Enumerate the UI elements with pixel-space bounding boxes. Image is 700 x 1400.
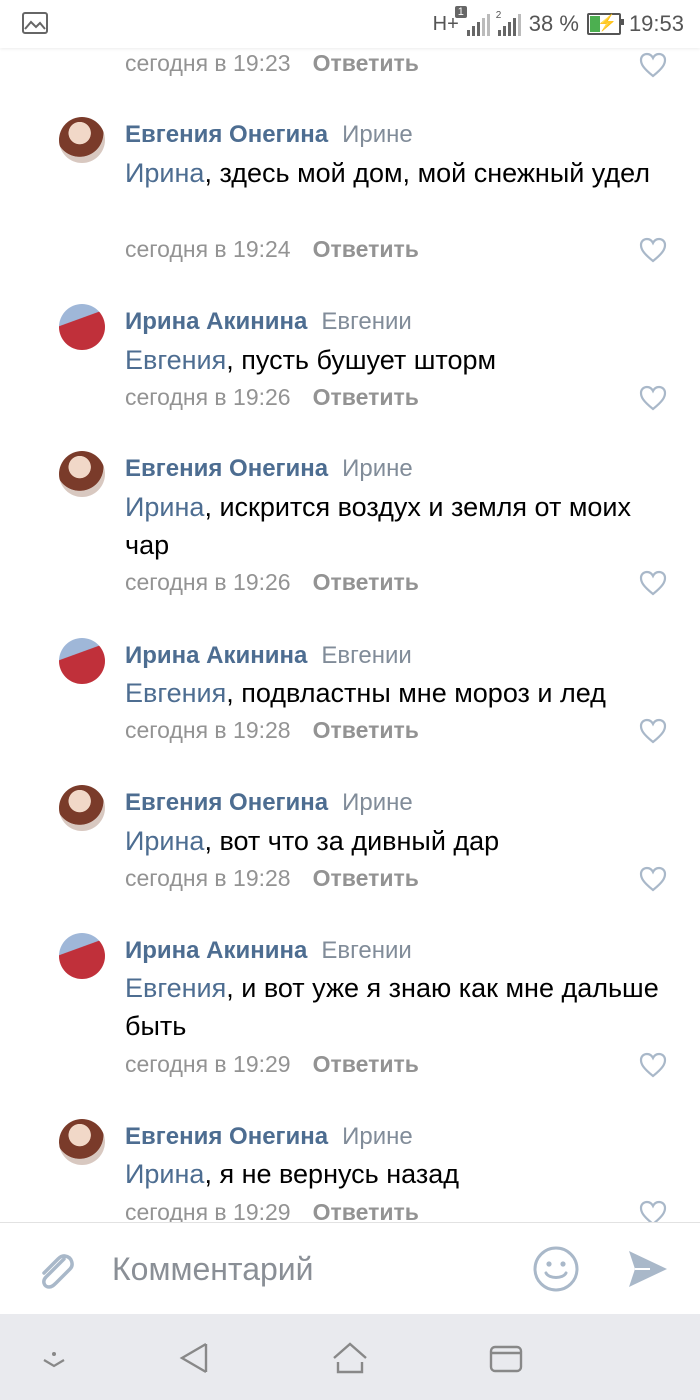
comment-meta: сегодня в 19:28 Ответить	[125, 715, 419, 745]
comment-meta: сегодня в 19:24 Ответить	[125, 234, 419, 264]
addressee[interactable]: Евгении	[321, 642, 411, 669]
comment-header: Евгения Онегина Ирине	[125, 454, 413, 484]
avatar[interactable]	[59, 451, 105, 497]
avatar[interactable]	[59, 304, 105, 350]
author-name[interactable]: Ирина Акинина	[125, 937, 307, 964]
like-heart-icon[interactable]	[639, 385, 667, 411]
like-heart-icon[interactable]	[639, 1200, 667, 1222]
like-heart-icon[interactable]	[639, 52, 667, 78]
status-bar: H+ 1 2 38 % ⚡ 19:53	[0, 0, 700, 48]
comment-meta: сегодня в 19:23 Ответить	[125, 48, 419, 78]
comment-meta: сегодня в 19:26 Ответить	[125, 567, 419, 597]
reply-button[interactable]: Ответить	[313, 865, 419, 891]
comment-header: Ирина Акинина Евгении	[125, 936, 412, 966]
comment-header: Евгения Онегина Ирине	[125, 1122, 413, 1152]
addressee[interactable]: Евгении	[321, 937, 411, 964]
avatar[interactable]	[59, 638, 105, 684]
reply-button[interactable]: Ответить	[313, 569, 419, 595]
mention-link[interactable]: Евгения	[125, 345, 226, 375]
comment-meta: сегодня в 19:26 Ответить	[125, 382, 419, 412]
comment-time: сегодня в 19:29	[125, 1051, 291, 1077]
comment-text: Ирина, я не вернусь назад	[125, 1155, 665, 1193]
comment-text: Ирина, искрится воздух и земля от моих ч…	[125, 488, 665, 564]
comment-header: Ирина Акинина Евгении	[125, 307, 412, 337]
signal-sim2-icon: 2	[495, 10, 521, 36]
comment-body: , здесь мой дом, мой снежный удел	[204, 158, 651, 188]
comment-time: сегодня в 19:28	[125, 717, 291, 743]
comment-meta: сегодня в 19:29 Ответить	[125, 1049, 419, 1079]
clock: 19:53	[628, 11, 684, 36]
battery-icon: ⚡	[586, 13, 624, 35]
reply-button[interactable]: Ответить	[313, 384, 419, 410]
author-name[interactable]: Евгения Онегина	[125, 789, 328, 816]
comment-body: , вот что за дивный дар	[204, 826, 500, 856]
author-name[interactable]: Евгения Онегина	[125, 455, 328, 482]
comment-time: сегодня в 19:24	[125, 236, 291, 262]
author-name[interactable]: Ирина Акинина	[125, 642, 307, 669]
comment-meta: сегодня в 19:28 Ответить	[125, 863, 419, 893]
send-icon[interactable]	[626, 1248, 670, 1295]
comment-list[interactable]: сегодня в 19:23 Ответить Евгения Онегина И…	[0, 0, 700, 1222]
emoji-icon[interactable]	[532, 1245, 580, 1298]
reply-button[interactable]: Ответить	[313, 717, 419, 743]
recents-icon[interactable]	[488, 1344, 524, 1379]
gallery-notification-icon	[22, 12, 48, 39]
mention-link[interactable]: Ирина	[125, 1159, 204, 1189]
avatar[interactable]	[59, 1119, 105, 1165]
comment-body: , пусть бушует шторм	[226, 345, 497, 375]
mention-link[interactable]: Евгения	[125, 678, 226, 708]
addressee[interactable]: Ирине	[342, 455, 413, 482]
back-icon[interactable]	[178, 1340, 210, 1381]
comment-header: Ирина Акинина Евгении	[125, 641, 412, 671]
comment-time: сегодня в 19:28	[125, 865, 291, 891]
mention-link[interactable]: Ирина	[125, 826, 204, 856]
battery-percent: 38 %	[528, 11, 579, 36]
comment-text: Евгения, подвластны мне мороз и лед	[125, 674, 685, 712]
author-name[interactable]: Евгения Онегина	[125, 121, 328, 148]
comment-text: Ирина, вот что за дивный дар	[125, 822, 665, 860]
author-name[interactable]: Ирина Акинина	[125, 308, 307, 335]
comment-header: Евгения Онегина Ирине	[125, 788, 413, 818]
avatar[interactable]	[59, 933, 105, 979]
addressee[interactable]: Ирине	[342, 121, 413, 148]
addressee[interactable]: Ирине	[342, 789, 413, 816]
system-navigation-bar	[0, 1314, 700, 1400]
comment-time: сегодня в 19:26	[125, 384, 291, 410]
home-icon[interactable]	[330, 1340, 370, 1381]
comment-input-bar: Комментарий	[0, 1222, 700, 1315]
mention-link[interactable]: Ирина	[125, 492, 204, 522]
like-heart-icon[interactable]	[639, 718, 667, 744]
reply-button[interactable]: Ответить	[313, 236, 419, 262]
reply-button[interactable]: Ответить	[313, 1051, 419, 1077]
comment-meta: сегодня в 19:29 Ответить	[125, 1197, 419, 1222]
addressee[interactable]: Ирине	[342, 1123, 413, 1150]
chevron-down-icon[interactable]	[40, 1350, 68, 1375]
reply-button[interactable]: Ответить	[313, 50, 419, 76]
comment-time: сегодня в 19:26	[125, 569, 291, 595]
mention-link[interactable]: Ирина	[125, 158, 204, 188]
comment-body: , подвластны мне мороз и лед	[226, 678, 606, 708]
comment-body: , я не вернусь назад	[204, 1159, 460, 1189]
comment-header: Евгения Онегина Ирине	[125, 120, 413, 150]
avatar[interactable]	[59, 117, 105, 163]
reply-button[interactable]: Ответить	[313, 1199, 419, 1222]
comment-text: Евгения, пусть бушует шторм	[125, 341, 665, 379]
paperclip-icon[interactable]	[34, 1249, 76, 1298]
like-heart-icon[interactable]	[639, 570, 667, 596]
comment-time: сегодня в 19:29	[125, 1199, 291, 1222]
signal-sim1-icon: 1	[454, 6, 490, 36]
comment-text: Ирина, здесь мой дом, мой снежный удел	[125, 154, 665, 192]
mention-link[interactable]: Евгения	[125, 973, 226, 1003]
like-heart-icon[interactable]	[639, 866, 667, 892]
sim2-badge: 2	[495, 10, 502, 21]
comment-text: Евгения, и вот уже я знаю как мне дальше…	[125, 969, 665, 1045]
comment-input[interactable]: Комментарий	[112, 1251, 314, 1288]
like-heart-icon[interactable]	[639, 1052, 667, 1078]
addressee[interactable]: Евгении	[321, 308, 411, 335]
like-heart-icon[interactable]	[639, 237, 667, 263]
author-name[interactable]: Евгения Онегина	[125, 1123, 328, 1150]
avatar[interactable]	[59, 785, 105, 831]
sim1-badge: 1	[454, 6, 467, 18]
comment-time: сегодня в 19:23	[125, 50, 291, 76]
